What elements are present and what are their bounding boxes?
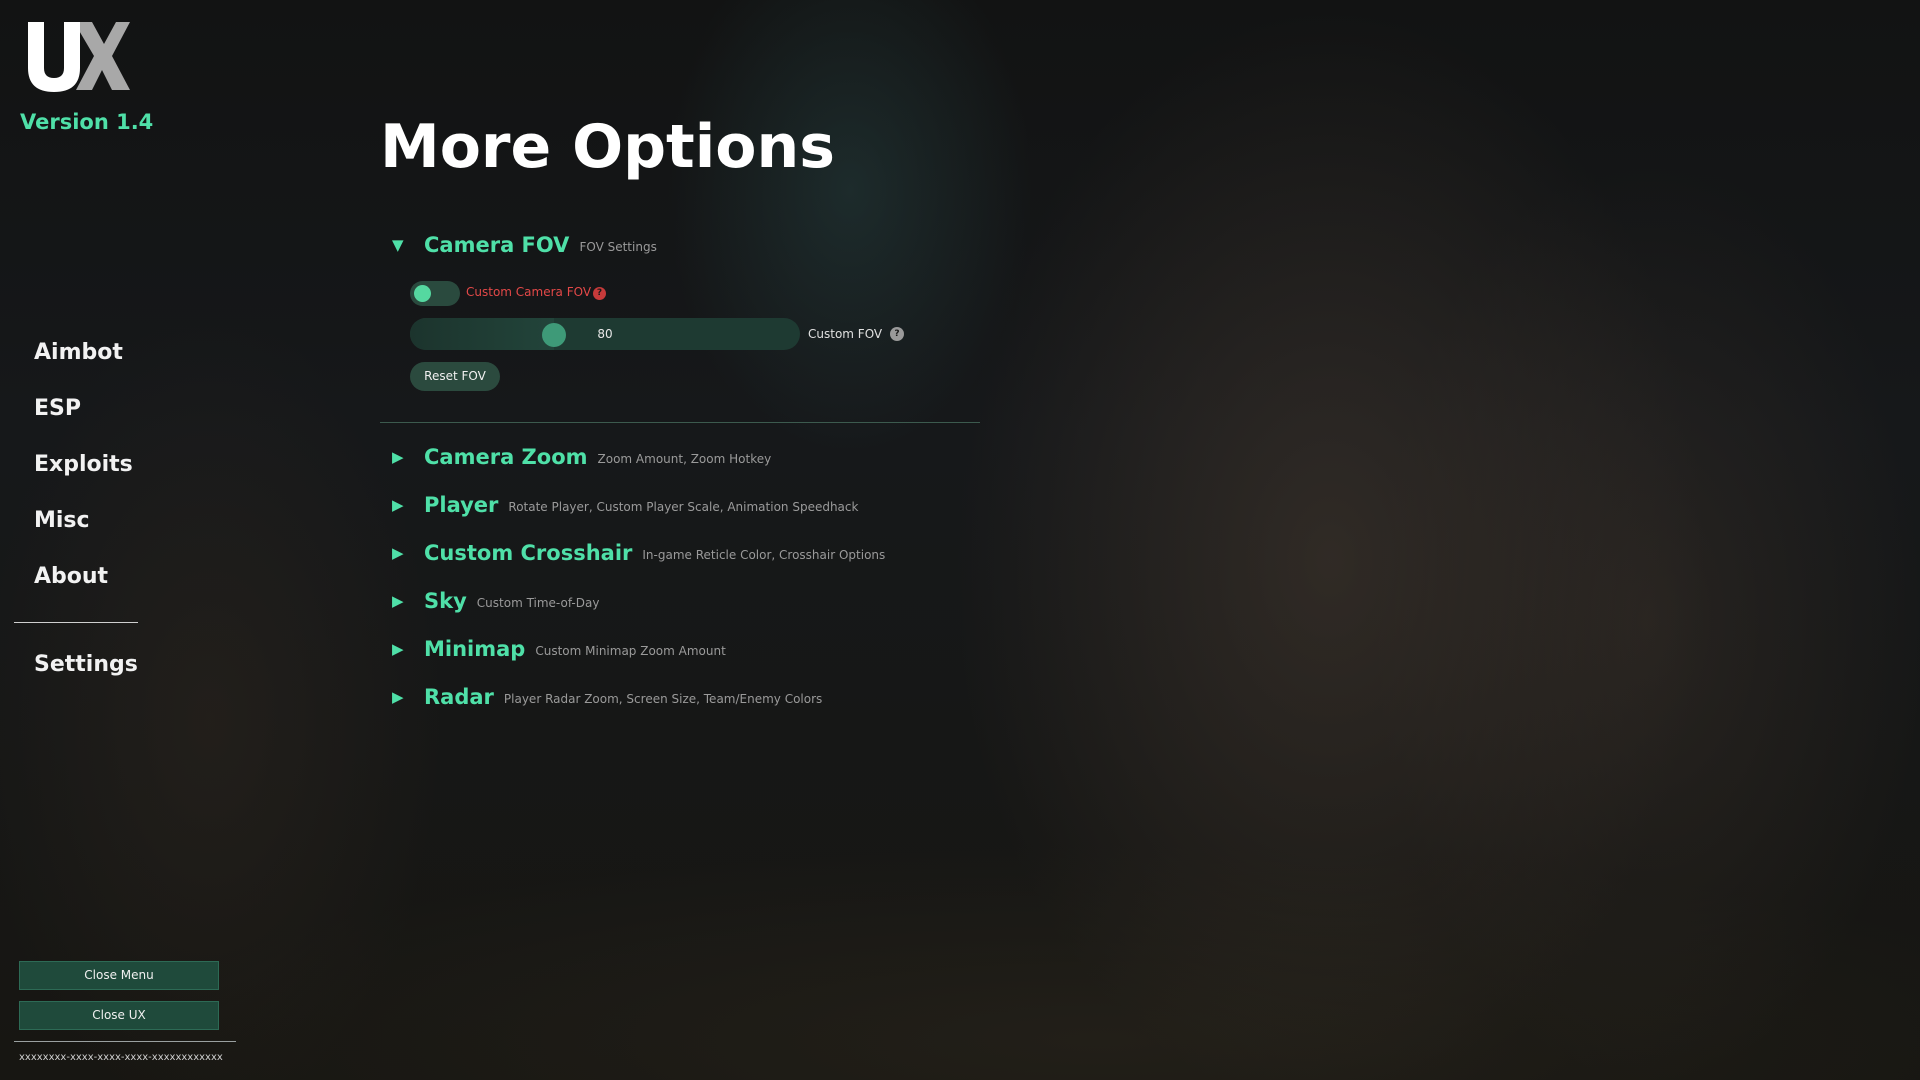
section-sky[interactable]: ▶ Sky Custom Time-of-Day xyxy=(392,586,599,616)
section-custom-crosshair[interactable]: ▶ Custom Crosshair In-game Reticle Color… xyxy=(392,538,885,568)
sidebar-item-aimbot[interactable]: Aimbot xyxy=(34,336,133,392)
section-description: Custom Minimap Zoom Amount xyxy=(535,644,726,658)
section-title[interactable]: Sky xyxy=(424,589,467,613)
sidebar-item-misc[interactable]: Misc xyxy=(34,504,133,560)
section-title[interactable]: Camera Zoom xyxy=(424,445,588,469)
chevron-down-icon[interactable]: ▼ xyxy=(392,236,424,254)
section-minimap[interactable]: ▶ Minimap Custom Minimap Zoom Amount xyxy=(392,634,726,664)
section-radar[interactable]: ▶ Radar Player Radar Zoom, Screen Size, … xyxy=(392,682,822,712)
section-description: Custom Time-of-Day xyxy=(476,596,600,610)
close-ux-button[interactable]: Close UX xyxy=(19,1001,219,1030)
toggle-knob xyxy=(414,285,431,302)
reset-fov-button[interactable]: Reset FOV xyxy=(410,362,500,391)
sidebar-divider xyxy=(14,622,138,623)
footer-divider xyxy=(14,1041,236,1042)
chevron-right-icon[interactable]: ▶ xyxy=(392,544,424,562)
license-id: xxxxxxxx-xxxx-xxxx-xxxx-xxxxxxxxxxxx xyxy=(19,1052,223,1063)
question-icon[interactable]: ? xyxy=(593,287,606,300)
ux-logo xyxy=(26,18,130,94)
slider-value: 80 xyxy=(597,327,613,341)
close-menu-button[interactable]: Close Menu xyxy=(19,961,219,990)
section-description: Zoom Amount, Zoom Hotkey xyxy=(597,452,772,466)
section-player[interactable]: ▶ Player Rotate Player, Custom Player Sc… xyxy=(392,490,858,520)
section-title[interactable]: Custom Crosshair xyxy=(424,541,632,565)
section-title[interactable]: Minimap xyxy=(424,637,525,661)
custom-fov-slider[interactable]: 80 xyxy=(410,318,800,350)
question-icon[interactable]: ? xyxy=(890,327,904,341)
sidebar-item-about[interactable]: About xyxy=(34,560,133,616)
section-description: Player Radar Zoom, Screen Size, Team/Ene… xyxy=(503,692,823,706)
chevron-right-icon[interactable]: ▶ xyxy=(392,592,424,610)
section-camera-fov[interactable]: ▼ Camera FOV FOV Settings xyxy=(392,230,657,260)
sidebar-nav: Aimbot ESP Exploits Misc About xyxy=(34,336,133,616)
chevron-right-icon[interactable]: ▶ xyxy=(392,448,424,466)
section-description: In-game Reticle Color, Crosshair Options xyxy=(642,548,886,562)
page-title: More Options xyxy=(380,112,835,182)
chevron-right-icon[interactable]: ▶ xyxy=(392,640,424,658)
sidebar-item-exploits[interactable]: Exploits xyxy=(34,448,133,504)
custom-camera-fov-toggle[interactable] xyxy=(410,281,460,306)
sidebar-item-esp[interactable]: ESP xyxy=(34,392,133,448)
chevron-right-icon[interactable]: ▶ xyxy=(392,688,424,706)
section-title[interactable]: Camera FOV xyxy=(424,233,569,257)
section-camera-zoom[interactable]: ▶ Camera Zoom Zoom Amount, Zoom Hotkey xyxy=(392,442,771,472)
custom-fov-label: Custom FOV xyxy=(808,327,883,341)
custom-camera-fov-label: Custom Camera FOV xyxy=(466,285,592,299)
section-title[interactable]: Radar xyxy=(424,685,494,709)
sidebar-item-settings[interactable]: Settings xyxy=(34,652,138,677)
section-divider xyxy=(380,422,980,423)
ux-logo-graphic xyxy=(28,22,130,92)
section-title[interactable]: Player xyxy=(424,493,498,517)
version-label: Version 1.4 xyxy=(20,110,154,134)
section-description: Rotate Player, Custom Player Scale, Anim… xyxy=(508,500,859,514)
chevron-right-icon[interactable]: ▶ xyxy=(392,496,424,514)
section-description: FOV Settings xyxy=(579,240,657,254)
